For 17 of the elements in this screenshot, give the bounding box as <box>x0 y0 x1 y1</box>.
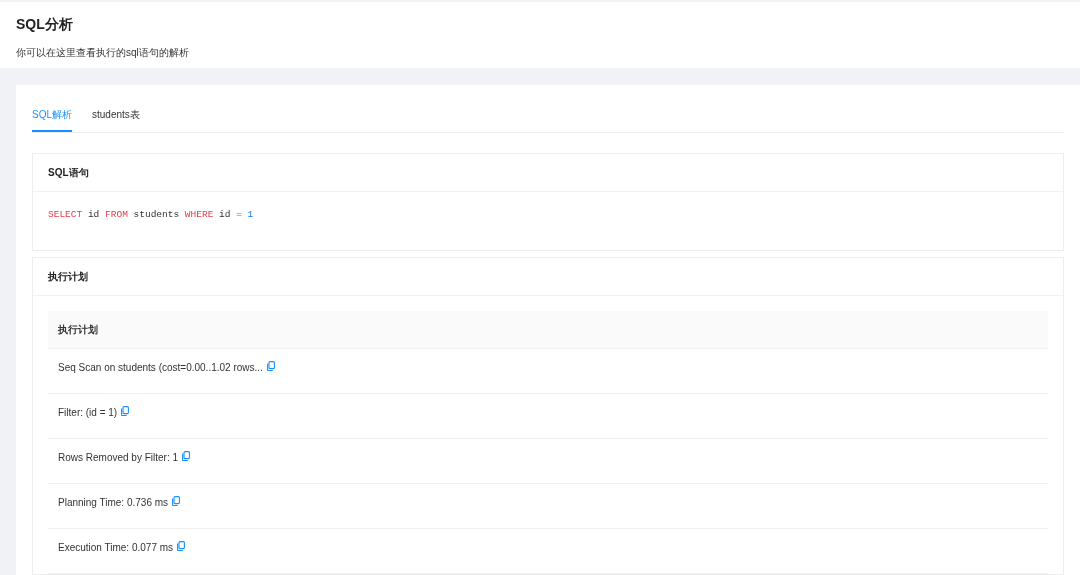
table-cell-text: Seq Scan on students (cost=0.00..1.02 rows... <box>58 361 263 376</box>
table-cell-text: Execution Time: 0.077 ms <box>58 541 174 556</box>
copy-icon[interactable] <box>266 361 275 372</box>
copy-icon[interactable] <box>172 496 181 507</box>
table-cell-text: Planning Time: 0.736 ms <box>58 496 169 511</box>
page-title: SQL分析 <box>16 16 74 33</box>
tab[interactable]: students表 <box>92 107 140 132</box>
card-title: SQL语句 <box>33 154 1063 192</box>
copy-icon[interactable] <box>121 406 130 417</box>
copy-icon[interactable] <box>177 541 186 552</box>
table-cell-text: Filter: (id = 1) <box>58 406 118 421</box>
copy-icon[interactable] <box>182 451 191 462</box>
page-subtitle: 你可以在这里查看执行的sql语句的解析 <box>16 45 190 60</box>
column-header: 执行计划 <box>48 311 1048 350</box>
table-cell-text: Rows Removed by Filter: 1 <box>58 451 179 466</box>
card-title: 执行计划 <box>33 258 1063 297</box>
sql-statement: SELECT id FROM students WHERE id = 1 <box>47 208 255 222</box>
